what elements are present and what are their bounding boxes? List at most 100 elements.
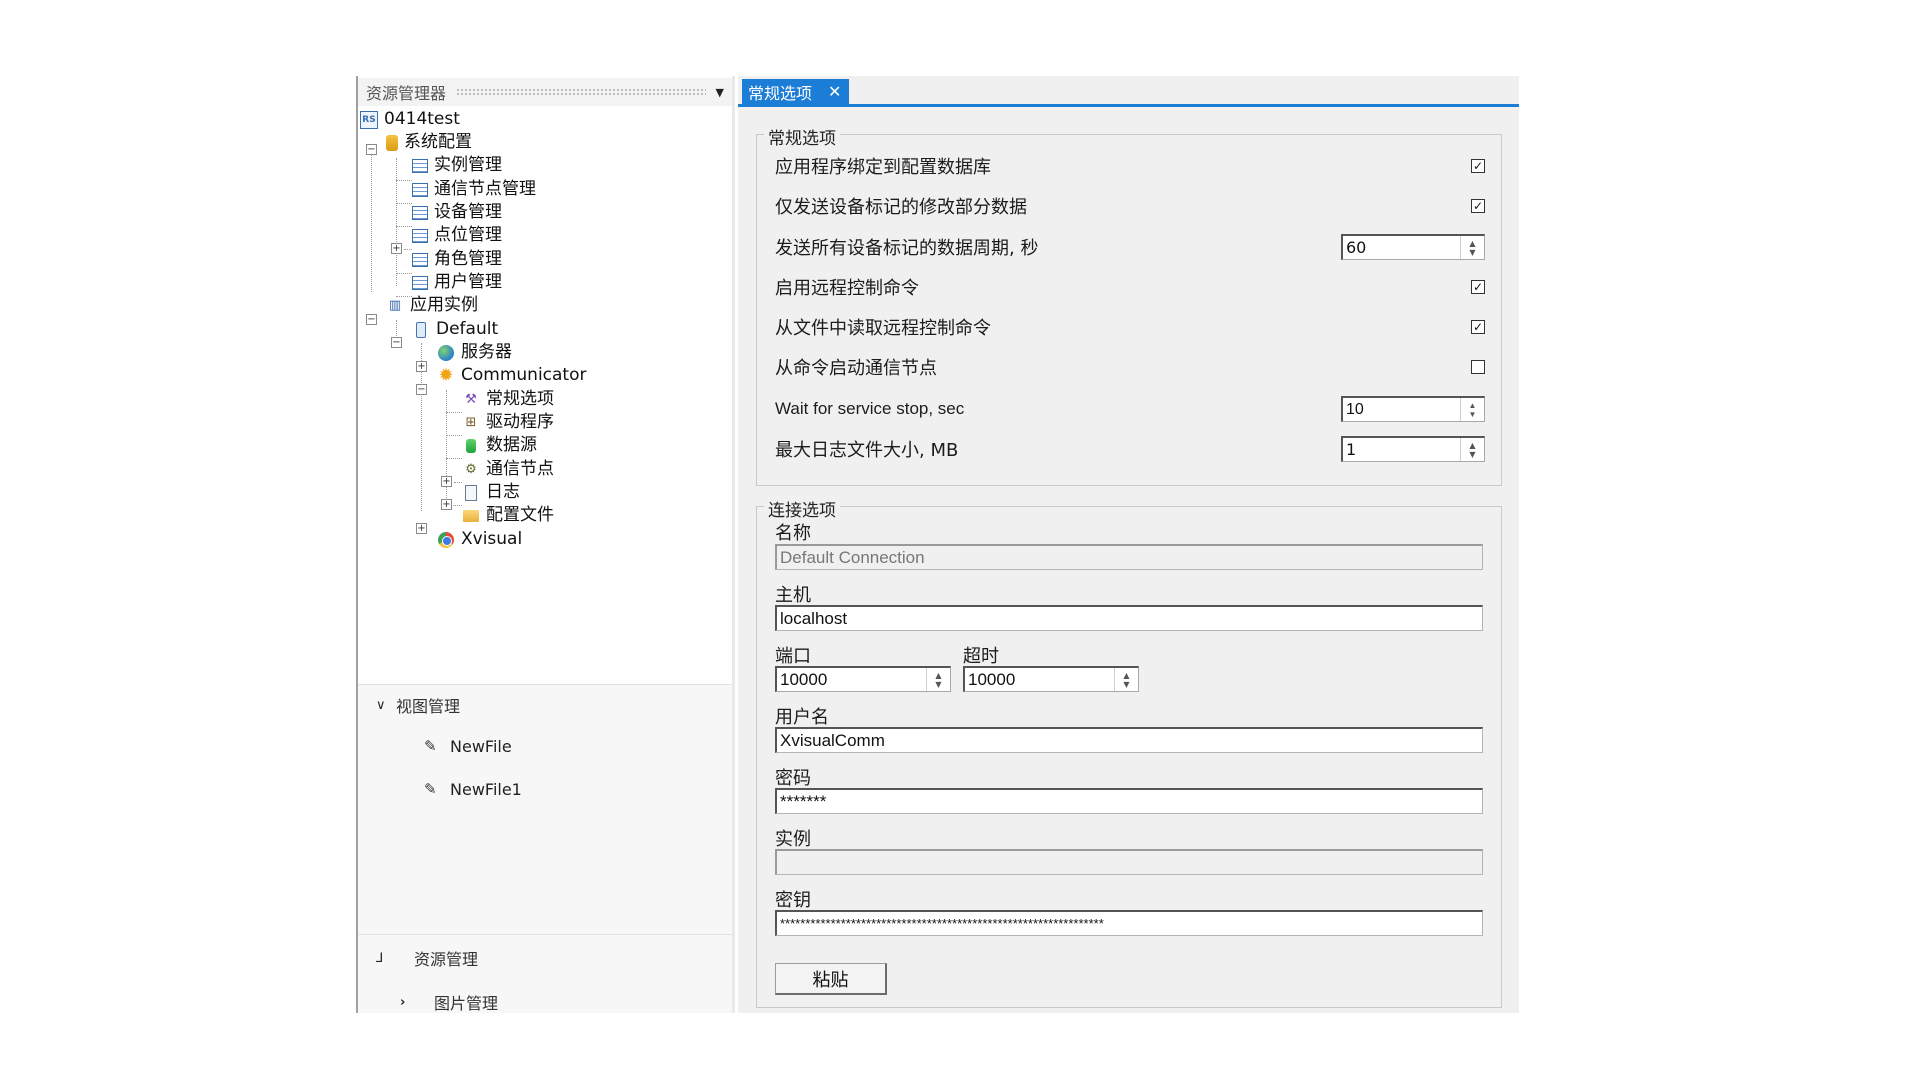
instance-field[interactable] <box>775 849 1483 875</box>
expand-icon[interactable]: + <box>441 499 452 510</box>
tree-node-system-config[interactable]: 系统配置 <box>386 131 472 154</box>
file-edit-icon: ✎ <box>424 737 437 755</box>
option-checkbox[interactable]: ✓ <box>1471 280 1485 294</box>
file-label: NewFile1 <box>450 779 522 799</box>
key-field[interactable]: ****************************************… <box>775 910 1483 936</box>
option-label: 应用程序绑定到配置数据库 <box>775 157 991 178</box>
option-checkbox[interactable]: ✓ <box>1471 199 1485 213</box>
spin-value[interactable]: 10000 <box>777 670 926 690</box>
paste-button[interactable]: 粘贴 <box>775 963 887 995</box>
tree-node-log[interactable]: 日志 <box>462 481 520 504</box>
expand-icon[interactable]: + <box>416 361 427 372</box>
tree-node-label: Default <box>436 319 499 339</box>
tree-node-label: 角色管理 <box>434 249 502 269</box>
tree-node-label: 实例管理 <box>434 155 502 175</box>
option-row: 从文件中读取远程控制命令 ✓ <box>775 313 1485 341</box>
tree-node-label: 数据源 <box>486 435 537 455</box>
panel-splitter[interactable] <box>732 76 735 1013</box>
option-checkbox[interactable]: ✓ <box>1471 159 1485 173</box>
close-icon[interactable]: ✕ <box>828 82 841 101</box>
tree-line <box>396 158 397 286</box>
tree-node-default[interactable]: Default <box>412 318 498 341</box>
option-checkbox[interactable] <box>1471 360 1485 374</box>
host-field[interactable]: localhost <box>775 605 1483 631</box>
image-management-item[interactable]: › 图片管理 <box>400 991 498 1013</box>
tree-node-xvisual[interactable]: Xvisual <box>437 528 522 551</box>
tab-strip: 常规选项 ✕ <box>738 76 1519 107</box>
spin-arrows-icon[interactable]: ▲ ▼ <box>1460 236 1484 259</box>
name-field[interactable]: Default Connection <box>775 544 1483 570</box>
option-checkbox[interactable]: ✓ <box>1471 320 1485 334</box>
tree-line <box>446 458 462 459</box>
spin-arrows-icon[interactable]: ▲ ▼ <box>1114 668 1138 691</box>
port-spinbox[interactable]: 10000 ▲ ▼ <box>775 666 951 692</box>
globe-icon <box>437 344 455 362</box>
tree-node-label: 日志 <box>486 482 520 502</box>
collapse-icon[interactable]: − <box>366 144 377 155</box>
option-label: 最大日志文件大小, MB <box>775 440 959 461</box>
spin-value[interactable]: 1 <box>1343 440 1460 459</box>
file-edit-icon: ✎ <box>424 780 437 798</box>
expand-icon[interactable]: + <box>391 243 402 254</box>
data-period-spinbox[interactable]: 60 ▲ ▼ <box>1341 234 1485 260</box>
password-field[interactable]: ******* <box>775 788 1483 814</box>
tree-node-comm-node-mgmt[interactable]: 通信节点管理 <box>412 178 536 201</box>
tree-node-server[interactable]: 服务器 <box>437 341 512 364</box>
connection-options-group: 连接选项 名称 Default Connection 主机 localhost … <box>756 496 1502 1008</box>
tree-line <box>404 249 412 250</box>
sun-icon: ✹ <box>438 365 454 386</box>
resource-management-header[interactable]: ⅃ 资源管理 <box>376 947 478 969</box>
tree-node-role-mgmt[interactable]: 角色管理 <box>412 248 502 271</box>
explorer-title: 资源管理器 <box>366 84 447 103</box>
tree-node-driver[interactable]: ⊞ 驱动程序 <box>462 411 554 434</box>
spin-arrows-icon[interactable]: ▲ ▼ <box>926 668 950 691</box>
collapse-icon[interactable]: − <box>391 337 402 348</box>
expand-icon[interactable]: + <box>441 476 452 487</box>
collapse-icon[interactable]: − <box>366 314 377 325</box>
tree-node-user-mgmt[interactable]: 用户管理 <box>412 271 502 294</box>
network-icon: ⚙ <box>465 462 477 477</box>
spin-value[interactable]: 10000 <box>965 670 1114 690</box>
tree-node-point-mgmt[interactable]: 点位管理 <box>412 224 502 247</box>
tree-node-instance-mgmt[interactable]: 实例管理 <box>412 154 502 177</box>
instance-label: 实例 <box>775 829 811 850</box>
spin-arrows-icon[interactable]: ▲ ▼ <box>1460 398 1484 421</box>
datasource-icon <box>462 437 480 455</box>
spin-arrows-icon[interactable]: ▲ ▼ <box>1460 438 1484 461</box>
tree-node-communicator[interactable]: ✹ Communicator <box>437 364 586 387</box>
max-log-size-spinbox[interactable]: 1 ▲ ▼ <box>1341 436 1485 462</box>
view-file-item[interactable]: ✎ NewFile1 <box>424 778 522 800</box>
tree-node-datasource[interactable]: 数据源 <box>462 434 537 457</box>
general-options-group: 常规选项 应用程序绑定到配置数据库 ✓ 仅发送设备标记的修改部分数据 ✓ 发送所… <box>756 124 1502 486</box>
tree-node-label: 通信节点 <box>486 459 554 479</box>
view-file-item[interactable]: ✎ NewFile <box>424 735 512 757</box>
tree-node-label: 配置文件 <box>486 505 554 525</box>
spin-value[interactable]: 10 <box>1343 401 1460 419</box>
service-stop-spinbox[interactable]: 10 ▲ ▼ <box>1341 396 1485 422</box>
tree-node-app-instances[interactable]: ▥ 应用实例 <box>386 294 478 317</box>
username-field[interactable]: XvisualComm <box>775 727 1483 753</box>
tab-general-options[interactable]: 常规选项 ✕ <box>742 79 850 104</box>
port-label: 端口 <box>775 646 811 667</box>
section-title: 资源管理 <box>414 950 479 969</box>
chevron-down-icon[interactable]: ▼ <box>716 86 724 99</box>
group-title: 常规选项 <box>764 124 840 149</box>
view-management-header[interactable]: ∨ 视图管理 <box>376 694 460 716</box>
tree-node-comm-nodes[interactable]: ⚙ 通信节点 <box>462 458 554 481</box>
tree-line <box>396 273 412 274</box>
tree-node-config-files[interactable]: 配置文件 <box>462 504 554 527</box>
driver-icon: ⊞ <box>465 415 477 430</box>
collapse-icon[interactable]: − <box>416 384 427 395</box>
tab-label: 常规选项 <box>748 83 813 103</box>
spin-value[interactable]: 60 <box>1343 238 1460 257</box>
tree-node-root[interactable]: RS 0414test <box>360 108 460 131</box>
project-icon: RS <box>360 110 378 129</box>
tree-node-device-mgmt[interactable]: 设备管理 <box>412 201 502 224</box>
tree-node-label: 应用实例 <box>410 295 478 315</box>
expand-icon[interactable]: + <box>416 523 427 534</box>
tree-node-label: 服务器 <box>461 342 512 362</box>
table-icon <box>412 205 428 220</box>
tree-node-general-options[interactable]: ⚒ 常规选项 <box>462 388 554 411</box>
timeout-spinbox[interactable]: 10000 ▲ ▼ <box>963 666 1139 692</box>
panel-grip[interactable] <box>456 88 706 96</box>
